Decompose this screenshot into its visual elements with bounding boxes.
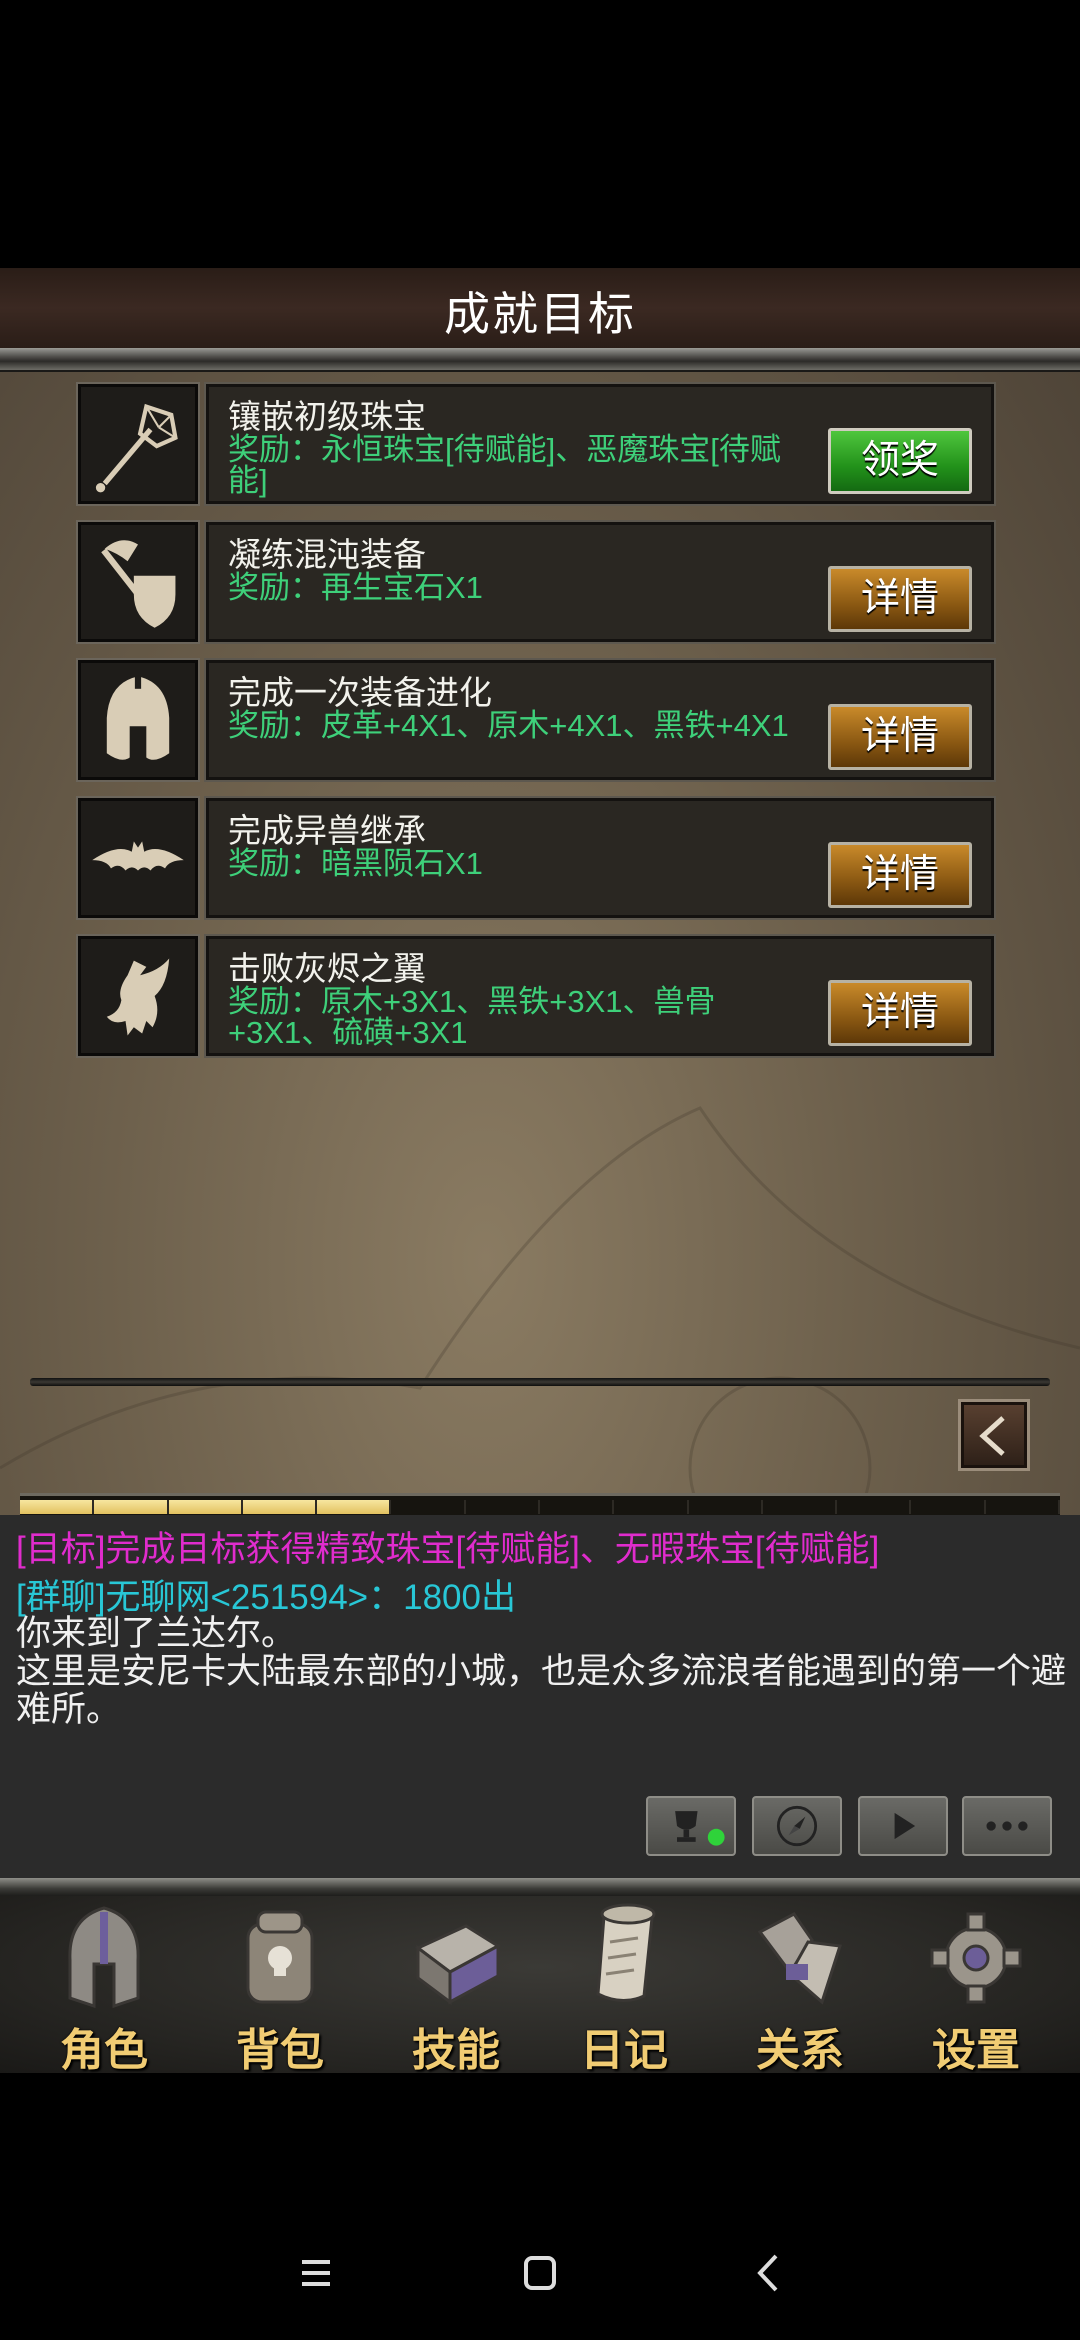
back-icon[interactable] bbox=[738, 2248, 798, 2298]
collapse-button[interactable] bbox=[958, 1399, 1030, 1471]
experience-segment bbox=[911, 1500, 986, 1514]
game-screen: 成就目标 镶嵌初级珠宝 奖励：永恒珠宝[待赋能]、恶魔珠宝[待赋能] 领奖 凝练… bbox=[0, 268, 1080, 2073]
achievement-name: 镶嵌初级珠宝 bbox=[228, 398, 426, 435]
chat-target-message: [目标]完成目标获得精致珠宝[待赋能]、无暇珠宝[待赋能] bbox=[16, 1530, 880, 1569]
experience-segment bbox=[168, 1500, 243, 1514]
chat-system-message: 你来到了兰达尔。 这里是安尼卡大陆最东部的小城，也是众多流浪者能遇到的第一个避难… bbox=[16, 1614, 1067, 1729]
achievement-reward: 奖励：暗黑陨石X1 bbox=[228, 846, 483, 881]
achievement-row: 完成异兽继承 奖励：暗黑陨石X1 详情 bbox=[76, 796, 996, 920]
details-button[interactable]: 详情 bbox=[828, 566, 972, 632]
gear-icon bbox=[930, 1912, 1022, 2004]
chat-group-message: [群聊]无聊网<251594>：1800出 bbox=[16, 1578, 516, 1617]
compass-icon bbox=[776, 1805, 818, 1847]
page-title: 成就目标 bbox=[444, 288, 636, 340]
achievement-row: 凝练混沌装备 奖励：再生宝石X1 详情 bbox=[76, 520, 996, 644]
achievement-row: 完成一次装备进化 奖励：皮革+4X1、原木+4X1、黑铁+4X1 详情 bbox=[76, 658, 996, 782]
experience-segment bbox=[94, 1500, 169, 1514]
achievement-info: 完成异兽继承 奖励：暗黑陨石X1 详情 bbox=[204, 796, 996, 920]
nav-frame bbox=[0, 1878, 1080, 1896]
experience-segment bbox=[20, 1500, 95, 1514]
achievement-info: 凝练混沌装备 奖励：再生宝石X1 详情 bbox=[204, 520, 996, 644]
backpack-icon bbox=[246, 1910, 314, 2004]
achievement-row: 击败灰烬之翼 奖励：原木+3X1、黑铁+3X1、兽骨+3X1、硫磺+3X1 详情 bbox=[76, 934, 996, 1058]
nav-relations[interactable]: 关系 bbox=[712, 1896, 888, 2073]
nav-label: 设置 bbox=[932, 2026, 1020, 2073]
system-navigation-bar bbox=[0, 2200, 1080, 2340]
compass-button[interactable] bbox=[752, 1796, 842, 1856]
helmet-icon bbox=[76, 658, 200, 782]
nav-label: 角色 bbox=[60, 2026, 148, 2073]
experience-segment bbox=[391, 1500, 466, 1514]
claim-reward-button[interactable]: 领奖 bbox=[828, 428, 972, 494]
spiked-mace-icon bbox=[76, 382, 200, 506]
achievement-reward: 奖励：再生宝石X1 bbox=[228, 570, 483, 605]
experience-segment bbox=[540, 1500, 615, 1514]
achievement-reward: 奖励：皮革+4X1、原木+4X1、黑铁+4X1 bbox=[228, 708, 789, 743]
scroll-icon bbox=[596, 1903, 656, 2002]
achievement-info: 完成一次装备进化 奖励：皮革+4X1、原木+4X1、黑铁+4X1 详情 bbox=[204, 658, 996, 782]
bat-icon bbox=[76, 796, 200, 920]
experience-segment bbox=[466, 1500, 540, 1514]
experience-segment bbox=[689, 1500, 763, 1514]
achievement-reward: 奖励：原木+3X1、黑铁+3X1、兽骨+3X1、硫磺+3X1 bbox=[228, 984, 716, 1050]
achievement-name: 完成一次装备进化 bbox=[228, 674, 492, 711]
more-icon bbox=[986, 1821, 1028, 1831]
more-button[interactable] bbox=[962, 1796, 1052, 1856]
axe-shield-icon bbox=[76, 520, 200, 644]
nav-character[interactable]: 角色 bbox=[16, 1896, 192, 2073]
title-bar: 成就目标 bbox=[0, 268, 1080, 348]
play-button[interactable] bbox=[858, 1796, 948, 1856]
details-button[interactable]: 详情 bbox=[828, 704, 972, 770]
experience-segment bbox=[614, 1500, 689, 1514]
experience-segment bbox=[763, 1500, 838, 1514]
menu-icon[interactable] bbox=[286, 2248, 346, 2298]
details-button[interactable]: 详情 bbox=[828, 980, 972, 1046]
knight-helmet-icon bbox=[68, 1906, 140, 2009]
nav-label: 关系 bbox=[756, 2026, 844, 2073]
achievement-name: 完成异兽继承 bbox=[228, 812, 426, 849]
details-button[interactable]: 详情 bbox=[828, 842, 972, 908]
title-border bbox=[0, 348, 1080, 372]
nav-skills[interactable]: 技能 bbox=[368, 1896, 544, 2073]
handshake-icon bbox=[757, 1912, 842, 2005]
trophy-button[interactable] bbox=[646, 1796, 736, 1856]
griffin-icon bbox=[76, 934, 200, 1058]
trophy-icon bbox=[675, 1811, 725, 1846]
experience-segment bbox=[242, 1500, 318, 1514]
achievement-name: 击败灰烬之翼 bbox=[228, 950, 426, 987]
spellbook-icon bbox=[415, 1924, 501, 2005]
nav-label: 日记 bbox=[580, 2026, 668, 2073]
chevron-left-icon bbox=[979, 1416, 1005, 1456]
experience-segment bbox=[986, 1500, 1060, 1514]
achievement-row: 镶嵌初级珠宝 奖励：永恒珠宝[待赋能]、恶魔珠宝[待赋能] 领奖 bbox=[76, 382, 996, 506]
nav-settings[interactable]: 设置 bbox=[888, 1896, 1064, 2073]
experience-segment bbox=[837, 1500, 912, 1514]
achievement-info: 击败灰烬之翼 奖励：原木+3X1、黑铁+3X1、兽骨+3X1、硫磺+3X1 详情 bbox=[204, 934, 996, 1058]
play-icon bbox=[894, 1812, 916, 1840]
panel-divider bbox=[30, 1378, 1050, 1386]
experience-segment bbox=[317, 1500, 392, 1514]
nav-label: 背包 bbox=[236, 2026, 324, 2073]
nav-label: 技能 bbox=[412, 2026, 500, 2073]
achievement-info: 镶嵌初级珠宝 奖励：永恒珠宝[待赋能]、恶魔珠宝[待赋能] 领奖 bbox=[204, 382, 996, 506]
achievement-reward: 奖励：永恒珠宝[待赋能]、恶魔珠宝[待赋能] bbox=[228, 432, 781, 498]
bottom-navigation: 角色 背包 技能 日记 关系 设置 bbox=[0, 1896, 1080, 2073]
nav-diary[interactable]: 日记 bbox=[536, 1896, 712, 2073]
achievement-name: 凝练混沌装备 bbox=[228, 536, 426, 573]
nav-backpack[interactable]: 背包 bbox=[192, 1896, 368, 2073]
home-icon[interactable] bbox=[510, 2248, 570, 2298]
